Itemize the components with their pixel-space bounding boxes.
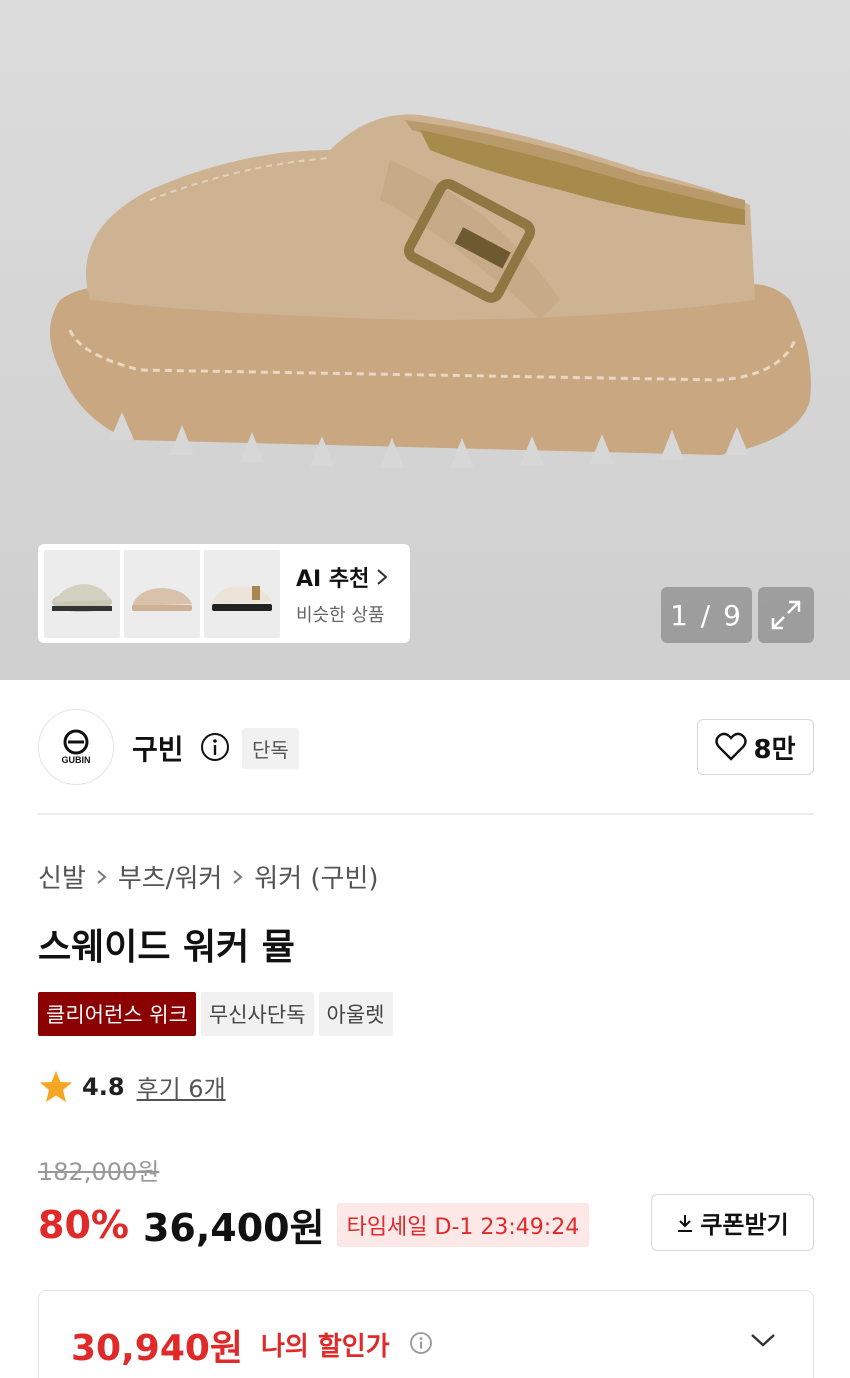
exclusive-tag: 단독 bbox=[242, 728, 299, 769]
ai-recommend-title: AI 추천 bbox=[296, 566, 370, 592]
image-pager: 1 / 9 bbox=[661, 587, 752, 643]
coupon-button[interactable]: 쿠폰받기 bbox=[651, 1194, 814, 1251]
sale-price: 36,400원 bbox=[142, 1206, 325, 1250]
breadcrumb: 신발 부츠/워커 워커 (구빈) bbox=[38, 858, 379, 895]
reviews-link[interactable]: 후기 6개 bbox=[137, 1069, 226, 1104]
chevron-right-icon bbox=[233, 869, 243, 884]
star-icon bbox=[40, 1070, 72, 1102]
rating-score: 4.8 bbox=[82, 1072, 125, 1101]
my-discount-label: 나의 할인가 bbox=[261, 1332, 390, 1362]
info-icon[interactable] bbox=[409, 1331, 433, 1355]
chevron-right-icon bbox=[97, 869, 107, 884]
recommend-thumb-3[interactable] bbox=[204, 549, 280, 638]
recommend-thumb-1[interactable] bbox=[44, 549, 120, 638]
product-title: 스웨이드 워커 뮬 bbox=[38, 927, 295, 968]
breadcrumb-item-2[interactable]: 부츠/워커 bbox=[118, 858, 222, 895]
breadcrumb-item-3[interactable]: 워커 (구빈) bbox=[254, 858, 378, 895]
discount-rate: 80% bbox=[38, 1202, 129, 1247]
download-icon bbox=[678, 1214, 693, 1232]
rating-row: 4.8 후기 6개 bbox=[38, 1069, 226, 1104]
brand-row: GUBIN 구빈 단독 8만 bbox=[38, 709, 814, 785]
product-image-gallery[interactable]: AI 추천 비슷한 상품 1 / 9 bbox=[0, 0, 850, 680]
brand-logo[interactable]: GUBIN bbox=[38, 709, 114, 785]
original-price: 182,000원 bbox=[38, 1158, 160, 1186]
coupon-label: 쿠폰받기 bbox=[700, 1211, 789, 1239]
chevron-right-icon bbox=[377, 568, 388, 585]
heart-icon bbox=[715, 732, 748, 761]
like-count: 8만 bbox=[753, 734, 796, 765]
badge-outlet: 아울렛 bbox=[318, 992, 393, 1036]
info-icon[interactable] bbox=[199, 731, 231, 763]
like-button[interactable]: 8만 bbox=[697, 719, 814, 775]
my-price-card[interactable]: 30,940원 나의 할인가 bbox=[38, 1290, 814, 1378]
ai-recommend-subtitle: 비슷한 상품 bbox=[296, 604, 385, 626]
expand-button[interactable] bbox=[758, 587, 814, 643]
divider bbox=[38, 813, 814, 815]
badge-clearance: 클리어런스 위크 bbox=[38, 992, 196, 1036]
chevron-down-icon[interactable] bbox=[749, 1331, 777, 1349]
recommend-thumb-2[interactable] bbox=[124, 549, 200, 638]
time-sale-badge: 타임세일 D-1 23:49:24 bbox=[336, 1202, 590, 1247]
my-discount-price: 30,940원 bbox=[71, 1328, 244, 1369]
gubin-logo-icon: GUBIN bbox=[62, 729, 91, 765]
expand-icon bbox=[771, 600, 801, 630]
ai-recommend-card[interactable]: AI 추천 비슷한 상품 bbox=[38, 544, 410, 643]
svg-text:GUBIN: GUBIN bbox=[62, 755, 91, 765]
breadcrumb-item-1[interactable]: 신발 bbox=[38, 858, 86, 895]
badge-exclusive: 무신사단독 bbox=[200, 992, 314, 1036]
price-row: 80% 36,400원 타임세일 D-1 23:49:24 bbox=[38, 1197, 590, 1252]
brand-name[interactable]: 구빈 bbox=[132, 728, 184, 768]
product-badges: 클리어런스 위크 무신사단독 아울렛 bbox=[38, 992, 393, 1036]
